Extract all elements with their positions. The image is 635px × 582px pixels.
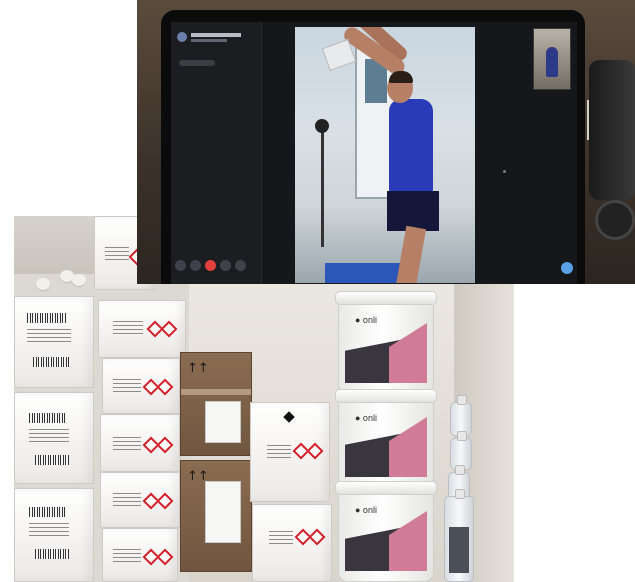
floor-lamp — [321, 127, 324, 247]
hazard-icon — [156, 436, 174, 454]
label-text — [113, 437, 141, 451]
white-box — [14, 296, 94, 388]
camera-icon[interactable] — [175, 260, 186, 271]
bottle-cap — [457, 431, 467, 441]
label-text — [269, 531, 293, 545]
end-call-icon[interactable] — [205, 260, 216, 271]
hazard-icon — [156, 492, 174, 510]
barcode — [35, 549, 69, 559]
office-chair — [589, 60, 635, 200]
white-box — [102, 528, 178, 582]
hazard-icon — [306, 442, 324, 460]
person-leg — [395, 225, 427, 283]
sidebar-button[interactable] — [179, 60, 215, 66]
bucket-graphic-pink — [389, 511, 427, 571]
barcode — [33, 357, 69, 367]
hazard-icon — [308, 528, 326, 546]
shipping-label — [205, 401, 241, 443]
main-video-feed — [295, 27, 475, 283]
white-box — [100, 472, 180, 528]
label-text — [27, 329, 71, 343]
bucket-graphic-pink — [389, 417, 427, 477]
person-hair — [389, 71, 413, 83]
brand-logo: ● onli — [355, 413, 377, 423]
barcode — [35, 455, 69, 465]
call-sidebar — [171, 22, 262, 284]
bottle-cap — [455, 465, 465, 475]
label-text — [29, 429, 69, 443]
more-icon[interactable] — [235, 260, 246, 271]
chat-bubble-icon[interactable] — [561, 262, 573, 274]
brand-logo: ● onli — [355, 315, 377, 325]
person-torso — [389, 99, 433, 195]
bucket-graphic-pink — [389, 323, 427, 383]
white-box — [14, 488, 94, 582]
contact-status-line — [191, 39, 227, 42]
label-text — [105, 247, 129, 261]
bottle-cap — [457, 395, 467, 405]
mic-icon[interactable] — [190, 260, 201, 271]
white-box — [14, 392, 94, 484]
cotton-piece — [72, 274, 86, 286]
label-text — [29, 523, 69, 537]
bucket-lid — [335, 481, 437, 495]
hazard-icon — [156, 378, 174, 396]
this-side-up-icon: ↑↑ — [187, 361, 209, 376]
call-controls — [175, 260, 255, 274]
shipping-label — [205, 481, 241, 543]
laptop-photo — [137, 0, 635, 284]
barcode — [29, 507, 67, 517]
self-view-person — [546, 47, 558, 77]
label-text — [113, 321, 143, 335]
white-box — [100, 414, 180, 472]
exercise-mat — [325, 263, 405, 283]
hazard-icon — [160, 320, 178, 338]
laptop-screen — [171, 22, 577, 284]
cardboard-box: ↑↑ — [180, 352, 252, 456]
cursor-dot — [503, 170, 506, 173]
white-box — [252, 504, 332, 582]
white-box — [102, 358, 180, 414]
lamp-head — [315, 119, 329, 133]
bottle — [444, 489, 474, 582]
tape — [181, 389, 251, 395]
label-text — [113, 549, 141, 563]
bottle-label — [449, 527, 469, 573]
bucket-lid — [335, 291, 437, 305]
label-text — [113, 379, 141, 393]
label-text — [113, 493, 141, 507]
bucket-lid — [335, 389, 437, 403]
white-box — [250, 402, 330, 502]
avatar — [177, 32, 187, 42]
barcode — [27, 313, 67, 323]
bucket: ● onli — [335, 291, 437, 394]
label-text — [267, 445, 291, 459]
brand-logo: ● onli — [355, 505, 377, 515]
hole-icon — [283, 411, 295, 423]
bucket: ● onli — [335, 481, 437, 582]
contact-row[interactable] — [177, 30, 255, 46]
screen-share-icon[interactable] — [220, 260, 231, 271]
white-box — [98, 300, 186, 358]
contact-name-line — [191, 33, 241, 37]
self-view-video[interactable] — [533, 28, 571, 90]
chair-wheel — [595, 200, 635, 240]
barcode — [29, 413, 67, 423]
cardboard-box: ↑↑ — [180, 460, 252, 572]
bucket: ● onli — [335, 389, 437, 488]
person-shorts — [387, 191, 439, 231]
hazard-icon — [156, 548, 174, 566]
bottle-cap — [455, 489, 465, 499]
cotton-piece — [36, 278, 50, 290]
